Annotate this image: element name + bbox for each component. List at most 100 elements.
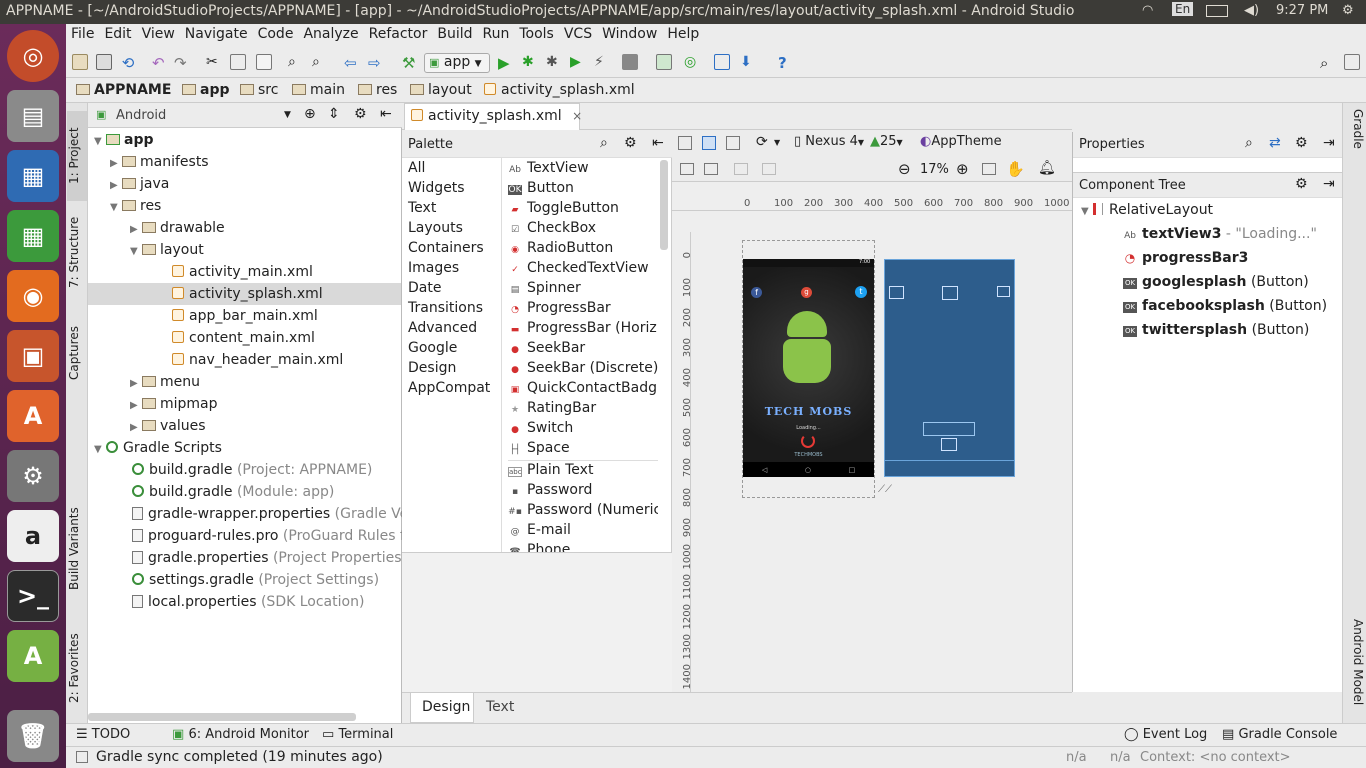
blueprint-facebook-button[interactable] — [889, 286, 904, 299]
palette-category-containers[interactable]: Containers — [408, 240, 484, 260]
layout-icon[interactable] — [1344, 54, 1360, 70]
gradle-console-button[interactable]: ▤ Gradle Console — [1222, 727, 1337, 742]
attach-debugger-icon[interactable]: ✱ — [546, 54, 562, 70]
event-log-button[interactable]: ◯ Event Log — [1124, 727, 1207, 742]
palette-item-quickcontactbadge[interactable]: ▣ QuickContactBadg — [508, 380, 658, 400]
menu-file[interactable]: File — [66, 24, 99, 42]
blueprint-screen[interactable] — [884, 259, 1015, 477]
breadcrumb-src[interactable]: src — [240, 82, 278, 98]
power-gear-icon[interactable]: ⚙ — [1342, 3, 1354, 18]
profile-icon[interactable]: ⚡ — [594, 54, 610, 70]
palette-item-checkbox[interactable]: ☑ CheckBox — [508, 220, 658, 240]
android-studio-icon[interactable]: A — [7, 630, 59, 682]
sdk-manager-icon[interactable]: ⬇ — [740, 54, 756, 70]
tree-build-gradle-project[interactable]: build.gradle (Project: APPNAME) — [132, 459, 372, 481]
stop-icon[interactable] — [622, 54, 638, 70]
tree-local-properties[interactable]: local.properties (SDK Location) — [132, 591, 364, 613]
close-tab-icon[interactable]: × — [572, 109, 582, 123]
palette-search-icon[interactable]: ⌕ — [600, 135, 608, 151]
palette-category-text[interactable]: Text — [408, 200, 436, 220]
breadcrumb-app[interactable]: app — [182, 82, 230, 98]
undo-icon[interactable]: ↶ — [152, 54, 168, 72]
toggle-view-icon[interactable]: ⇄ — [1269, 135, 1281, 151]
palette-item-seekbar-discrete[interactable]: ● SeekBar (Discrete) — [508, 360, 658, 380]
tree-gradle-wrapper[interactable]: gradle-wrapper.properties (Gradle Ve — [132, 503, 408, 525]
tab-design[interactable]: Design — [410, 693, 474, 723]
tree-manifests[interactable]: ▶ manifests — [110, 151, 209, 173]
back-icon[interactable]: ⇦ — [344, 54, 360, 72]
orientation-chevron-icon[interactable]: ▼ — [774, 138, 780, 147]
tree-app-bar-main[interactable]: app_bar_main.xml — [172, 305, 318, 327]
tree-menu[interactable]: ▶ menu — [130, 371, 200, 393]
palette-category-images[interactable]: Images — [408, 260, 459, 280]
notifications-bell-icon[interactable]: 🔔︎ — [1038, 160, 1056, 176]
toggle-tool-windows-icon[interactable] — [76, 751, 88, 763]
zoom-to-fit-icon[interactable] — [982, 163, 996, 175]
palette-category-date[interactable]: Date — [408, 280, 441, 300]
palette-scrollbar[interactable] — [660, 160, 668, 250]
tab-gradle[interactable]: Gradle — [1345, 109, 1365, 179]
tree-textview3[interactable]: Ab textView3 - "Loading..." — [1123, 223, 1317, 245]
menu-refactor[interactable]: Refactor — [364, 24, 433, 42]
menu-build[interactable]: Build — [432, 24, 477, 42]
settings-icon[interactable]: ⚙ — [7, 450, 59, 502]
palette-item-password-numeric[interactable]: #▪ Password (Numeric — [508, 502, 658, 522]
open-icon[interactable] — [72, 54, 88, 70]
volume-icon[interactable]: ◀) — [1244, 3, 1259, 18]
palette-item-password[interactable]: ▪ Password — [508, 482, 658, 502]
palette-item-progressbar-horizontal[interactable]: ▬ ProgressBar (Horiz — [508, 320, 658, 340]
view-mode-chevron-icon[interactable]: ▼ — [284, 110, 291, 120]
sync-icon[interactable]: ⟲ — [120, 54, 136, 72]
menu-run[interactable]: Run — [478, 24, 515, 42]
twitter-icon[interactable]: t — [855, 286, 867, 298]
tree-settings-gradle[interactable]: settings.gradle (Project Settings) — [132, 569, 379, 591]
zoom-out-icon[interactable]: ⊖ — [898, 160, 911, 178]
fit-icon[interactable] — [762, 163, 776, 175]
cut-icon[interactable]: ✂ — [206, 54, 222, 70]
tab-build-variants[interactable]: Build Variants — [67, 499, 87, 599]
make-project-icon[interactable]: ⚒ — [402, 54, 418, 72]
properties-hide-icon[interactable]: ⇥ — [1323, 135, 1335, 151]
component-tree-settings-icon[interactable]: ⚙ — [1295, 176, 1308, 192]
coverage-icon[interactable]: ▶ — [570, 54, 586, 70]
impress-icon[interactable]: ▣ — [7, 330, 59, 382]
calc-icon[interactable]: ▦ — [7, 210, 59, 262]
zoom-in-icon[interactable]: ⊕ — [956, 160, 969, 178]
scroll-from-source-icon[interactable]: ⊕ — [304, 106, 316, 122]
breadcrumb-main[interactable]: main — [292, 82, 345, 98]
tab-favorites[interactable]: 2: Favorites — [67, 623, 87, 713]
battery-icon[interactable] — [1206, 5, 1228, 17]
pan-icon[interactable] — [734, 163, 748, 175]
tree-layout[interactable]: ▼ layout — [130, 239, 204, 261]
writer-icon[interactable]: ▦ — [7, 150, 59, 202]
todo-button[interactable]: ☰ TODO — [76, 727, 130, 742]
software-center-icon[interactable]: A — [7, 390, 59, 442]
menu-tools[interactable]: Tools — [514, 24, 559, 42]
breadcrumb-res[interactable]: res — [358, 82, 397, 98]
palette-category-all[interactable]: All — [408, 160, 425, 180]
redo-icon[interactable]: ↷ — [174, 54, 190, 72]
horizontal-scrollbar[interactable] — [88, 713, 356, 721]
palette-item-spinner[interactable]: ▤ Spinner — [508, 280, 658, 300]
theme-select[interactable]: ◐AppTheme — [920, 134, 1002, 149]
tree-app[interactable]: ▼ app — [94, 129, 154, 151]
palette-category-layouts[interactable]: Layouts — [408, 220, 463, 240]
status-context[interactable]: Context: <no context> — [1140, 750, 1291, 765]
palette-item-space[interactable]: ├┤ Space — [508, 440, 658, 460]
component-tree-hide-icon[interactable]: ⇥ — [1323, 176, 1335, 192]
refresh-layout-icon[interactable] — [704, 163, 718, 175]
google-plus-icon[interactable]: g — [801, 287, 812, 298]
tab-activity-splash[interactable]: activity_splash.xml × — [404, 103, 582, 130]
tree-proguard[interactable]: proguard-rules.pro (ProGuard Rules f — [132, 525, 405, 547]
pan-hand-icon[interactable]: ✋ — [1006, 160, 1025, 178]
sync-gradle-icon[interactable]: ◎ — [684, 54, 700, 70]
breadcrumb-file[interactable]: activity_splash.xml — [484, 82, 635, 98]
tab-captures[interactable]: Captures — [67, 313, 87, 393]
trash-icon[interactable]: 🗑 — [7, 710, 59, 762]
breadcrumb-layout[interactable]: layout — [410, 82, 472, 98]
run-icon[interactable]: ▶ — [498, 54, 514, 72]
tab-structure[interactable]: 7: Structure — [67, 207, 87, 297]
tree-relativelayout[interactable]: ▼ RelativeLayout — [1081, 199, 1213, 221]
tree-java[interactable]: ▶ java — [110, 173, 169, 195]
terminal-icon[interactable]: >_ — [7, 570, 59, 622]
